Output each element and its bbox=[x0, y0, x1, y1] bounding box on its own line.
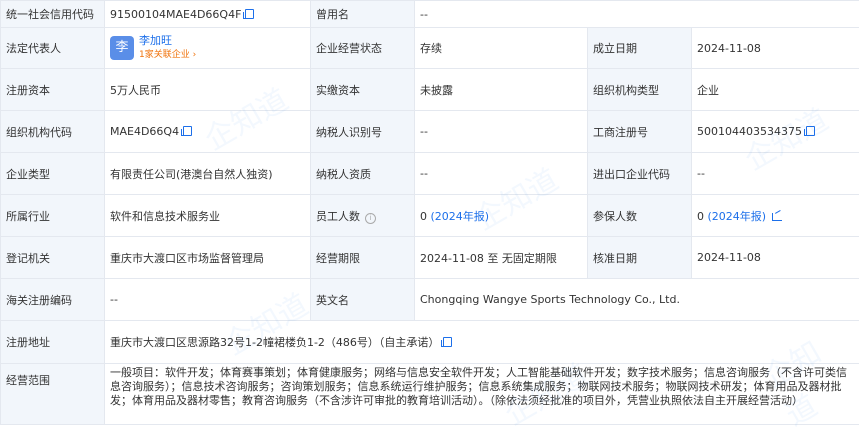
taxpayer-id-value: -- bbox=[414, 110, 588, 153]
employees-label: 员工人数 i bbox=[310, 194, 415, 237]
company-type-value: 有限责任公司(港澳台自然人独资) bbox=[104, 152, 311, 195]
reg-capital-value: 5万人民币 bbox=[104, 68, 311, 111]
table-row: 组织机构代码 MAE4D66Q4 纳税人识别号 -- 工商注册号 5001044… bbox=[0, 110, 859, 153]
legal-rep-label: 法定代表人 bbox=[0, 27, 105, 69]
founded-date-label: 成立日期 bbox=[587, 27, 692, 69]
status-label: 企业经营状态 bbox=[310, 27, 415, 69]
approval-date-value: 2024-11-08 bbox=[690, 236, 859, 279]
taxpayer-id-label: 纳税人识别号 bbox=[310, 110, 415, 153]
copy-icon[interactable] bbox=[243, 8, 255, 19]
table-row: 海关注册编码 -- 英文名 Chongqing Wangye Sports Te… bbox=[0, 278, 859, 321]
employees-value: 0 (2024年报) bbox=[414, 194, 588, 237]
reg-authority-value: 重庆市大渡口区市场监督管理局 bbox=[104, 236, 311, 279]
employees-count: 0 bbox=[420, 209, 427, 223]
biz-term-label: 经营期限 bbox=[310, 236, 415, 279]
taxpayer-qual-label: 纳税人资质 bbox=[310, 152, 415, 195]
import-export-code-value: -- bbox=[690, 152, 859, 195]
legal-rep-name-link[interactable]: 李加旺 bbox=[139, 34, 172, 47]
paid-capital-value: 未披露 bbox=[414, 68, 588, 111]
copy-icon[interactable] bbox=[181, 126, 193, 136]
table-row: 企业类型 有限责任公司(港澳台自然人独资) 纳税人资质 -- 进出口企业代码 -… bbox=[0, 152, 859, 195]
table-row: 所属行业 软件和信息技术服务业 员工人数 i 0 (2024年报) 参保人数 0 … bbox=[0, 194, 859, 237]
org-type-value: 企业 bbox=[690, 68, 859, 111]
legal-rep-value[interactable]: 李李加旺 1家关联企业 › bbox=[104, 27, 311, 69]
founded-date-value: 2024-11-08 bbox=[690, 27, 859, 69]
company-info-table: 统一社会信用代码 91500104MAE4D66Q4F 曾用名 -- 法定代表人… bbox=[0, 0, 859, 425]
approval-date-label: 核准日期 bbox=[587, 236, 692, 279]
scope-value: 一般项目：软件开发；体育赛事策划；体育健康服务；网络与信息安全软件开发；人工智能… bbox=[103, 363, 859, 425]
employees-report-link[interactable]: (2024年报) bbox=[431, 210, 490, 223]
copy-icon[interactable] bbox=[803, 126, 815, 136]
avatar[interactable]: 李 bbox=[110, 36, 134, 60]
table-row: 经营范围 一般项目：软件开发；体育赛事策划；体育健康服务；网络与信息安全软件开发… bbox=[0, 363, 859, 425]
paid-capital-label: 实缴资本 bbox=[310, 68, 415, 111]
industry-value: 软件和信息技术服务业 bbox=[104, 194, 311, 237]
org-code-value: MAE4D66Q4 bbox=[104, 110, 311, 153]
org-code-text: MAE4D66Q4 bbox=[110, 125, 180, 138]
scope-label: 经营范围 bbox=[0, 363, 105, 425]
biz-reg-no-value: 500104403534375 bbox=[690, 110, 859, 153]
reg-authority-label: 登记机关 bbox=[0, 236, 105, 279]
former-name-label: 曾用名 bbox=[310, 0, 415, 28]
insured-value: 0 (2024年报) bbox=[690, 194, 859, 237]
address-value: 重庆市大渡口区思源路32号1-2幢裙楼负1-2（486号）（自主承诺） bbox=[103, 320, 859, 364]
taxpayer-qual-value: -- bbox=[414, 152, 588, 195]
company-type-label: 企业类型 bbox=[0, 152, 105, 195]
credit-code-text: 91500104MAE4D66Q4F bbox=[110, 7, 242, 21]
biz-reg-no-label: 工商注册号 bbox=[587, 110, 692, 153]
customs-code-label: 海关注册编码 bbox=[0, 278, 105, 321]
insured-label: 参保人数 bbox=[587, 194, 692, 237]
address-text: 重庆市大渡口区思源路32号1-2幢裙楼负1-2（486号）（自主承诺） bbox=[110, 336, 440, 349]
table-row: 法定代表人 李李加旺 1家关联企业 › 企业经营状态 存续 成立日期 2024-1… bbox=[0, 27, 859, 69]
trend-chart-icon[interactable] bbox=[772, 212, 783, 221]
related-companies-link[interactable]: 1家关联企业 › bbox=[139, 50, 196, 60]
table-row: 登记机关 重庆市大渡口区市场监督管理局 经营期限 2024-11-08 至 无固… bbox=[0, 236, 859, 279]
employees-label-text: 员工人数 bbox=[316, 209, 360, 223]
reg-capital-label: 注册资本 bbox=[0, 68, 105, 111]
table-row: 统一社会信用代码 91500104MAE4D66Q4F 曾用名 -- bbox=[0, 0, 859, 28]
former-name-value: -- bbox=[413, 0, 859, 28]
insured-count: 0 bbox=[697, 209, 704, 223]
english-name-label: 英文名 bbox=[310, 278, 415, 321]
industry-label: 所属行业 bbox=[0, 194, 105, 237]
status-value: 存续 bbox=[414, 27, 588, 69]
info-icon[interactable]: i bbox=[365, 212, 376, 224]
credit-code-value: 91500104MAE4D66Q4F bbox=[104, 0, 311, 28]
import-export-code-label: 进出口企业代码 bbox=[587, 152, 692, 195]
credit-code-label: 统一社会信用代码 bbox=[0, 0, 105, 28]
customs-code-value: -- bbox=[104, 278, 311, 321]
address-label: 注册地址 bbox=[0, 320, 105, 364]
table-row: 注册地址 重庆市大渡口区思源路32号1-2幢裙楼负1-2（486号）（自主承诺） bbox=[0, 320, 859, 364]
org-type-label: 组织机构类型 bbox=[587, 68, 692, 111]
copy-icon[interactable] bbox=[441, 337, 453, 347]
org-code-label: 组织机构代码 bbox=[0, 110, 105, 153]
biz-term-value: 2024-11-08 至 无固定期限 bbox=[414, 236, 588, 279]
insured-report-link[interactable]: (2024年报) bbox=[708, 210, 767, 223]
english-name-value: Chongqing Wangye Sports Technology Co., … bbox=[413, 278, 859, 321]
table-row: 注册资本 5万人民币 实缴资本 未披露 组织机构类型 企业 bbox=[0, 68, 859, 111]
biz-reg-no-text: 500104403534375 bbox=[697, 125, 802, 138]
